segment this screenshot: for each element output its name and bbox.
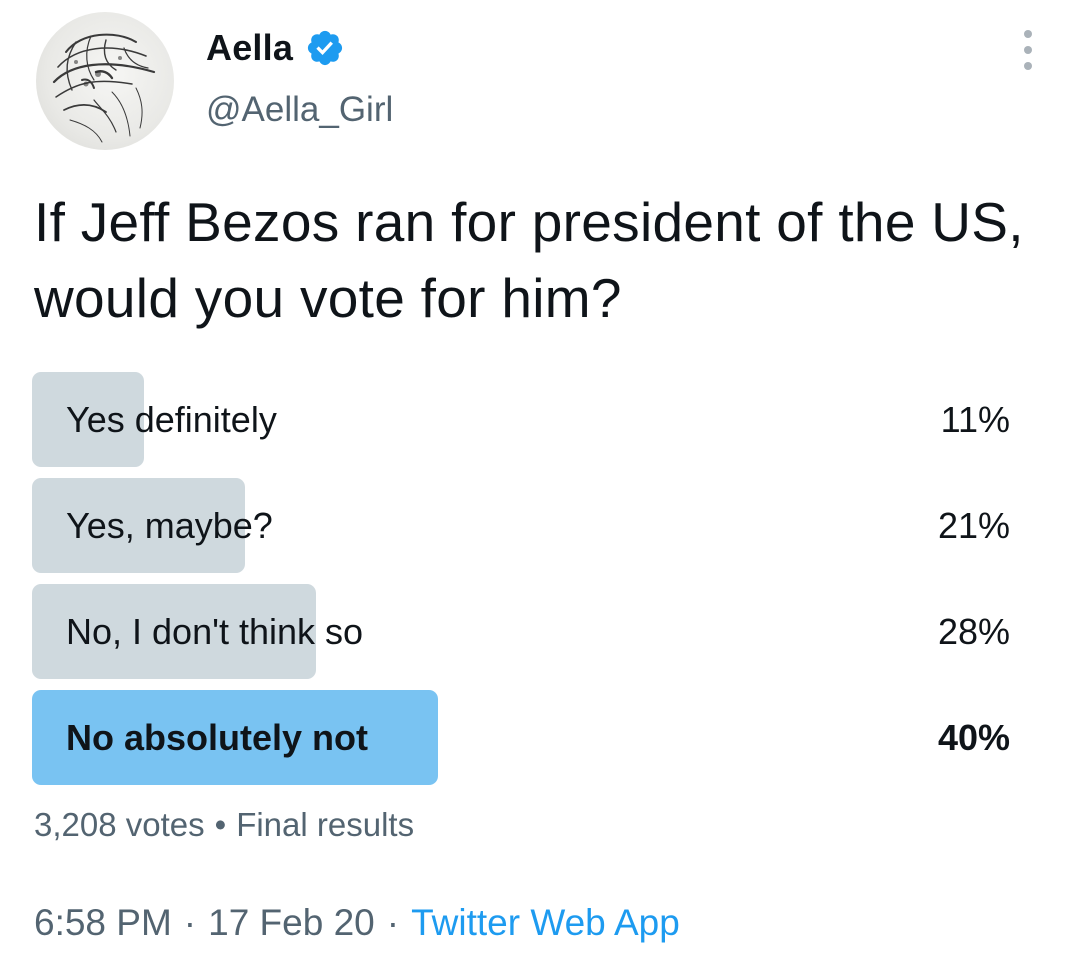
poll-option: Yes definitely 11% — [32, 372, 1012, 467]
poll-option-winner: No absolutely not 40% — [32, 690, 1012, 785]
poll-option-percent: 40% — [937, 717, 1010, 758]
more-dot — [1024, 46, 1032, 54]
poll-option-percent: 28% — [937, 611, 1010, 652]
poll-option-label: Yes definitely — [66, 399, 277, 440]
tweet-text: If Jeff Bezos ran for president of the U… — [34, 191, 1024, 329]
tweet-timestamp: 6:58 PM · 17 Feb 20 · Twitter Web App — [34, 902, 680, 944]
verified-badge-icon — [307, 30, 343, 66]
more-dot — [1024, 62, 1032, 70]
tweet-date[interactable]: 17 Feb 20 — [208, 902, 375, 943]
sketch-portrait-avatar-icon — [52, 33, 156, 143]
poll: Yes definitely 11% Yes, maybe? 21% No, I… — [32, 372, 1012, 796]
tweet: Aella @Aella_Girl If Jeff Bezos ran for … — [0, 0, 1072, 969]
source-app-link[interactable]: Twitter Web App — [411, 902, 680, 943]
user-handle[interactable]: @Aella_Girl — [206, 90, 393, 130]
more-dot — [1024, 30, 1032, 38]
poll-status: Final results — [236, 806, 415, 843]
poll-separator: • — [214, 806, 227, 843]
timestamp-separator: · — [183, 902, 197, 943]
poll-vote-count: 3,208 votes — [34, 806, 205, 843]
poll-option: Yes, maybe? 21% — [32, 478, 1012, 573]
author-name-row[interactable]: Aella — [206, 26, 345, 70]
tweet-time[interactable]: 6:58 PM — [34, 902, 172, 943]
poll-option-label: No absolutely not — [66, 717, 369, 758]
poll-option-percent: 21% — [937, 505, 1010, 546]
poll-summary: 3,208 votes • Final results — [34, 806, 414, 844]
more-options-icon[interactable] — [1022, 30, 1034, 70]
display-name[interactable]: Aella — [206, 27, 293, 69]
avatar[interactable] — [36, 12, 174, 150]
timestamp-separator: · — [386, 902, 400, 943]
poll-option-label: No, I don't think so — [66, 611, 364, 652]
poll-option-percent: 11% — [940, 399, 1010, 440]
poll-option-label: Yes, maybe? — [66, 505, 273, 546]
poll-option: No, I don't think so 28% — [32, 584, 1012, 679]
